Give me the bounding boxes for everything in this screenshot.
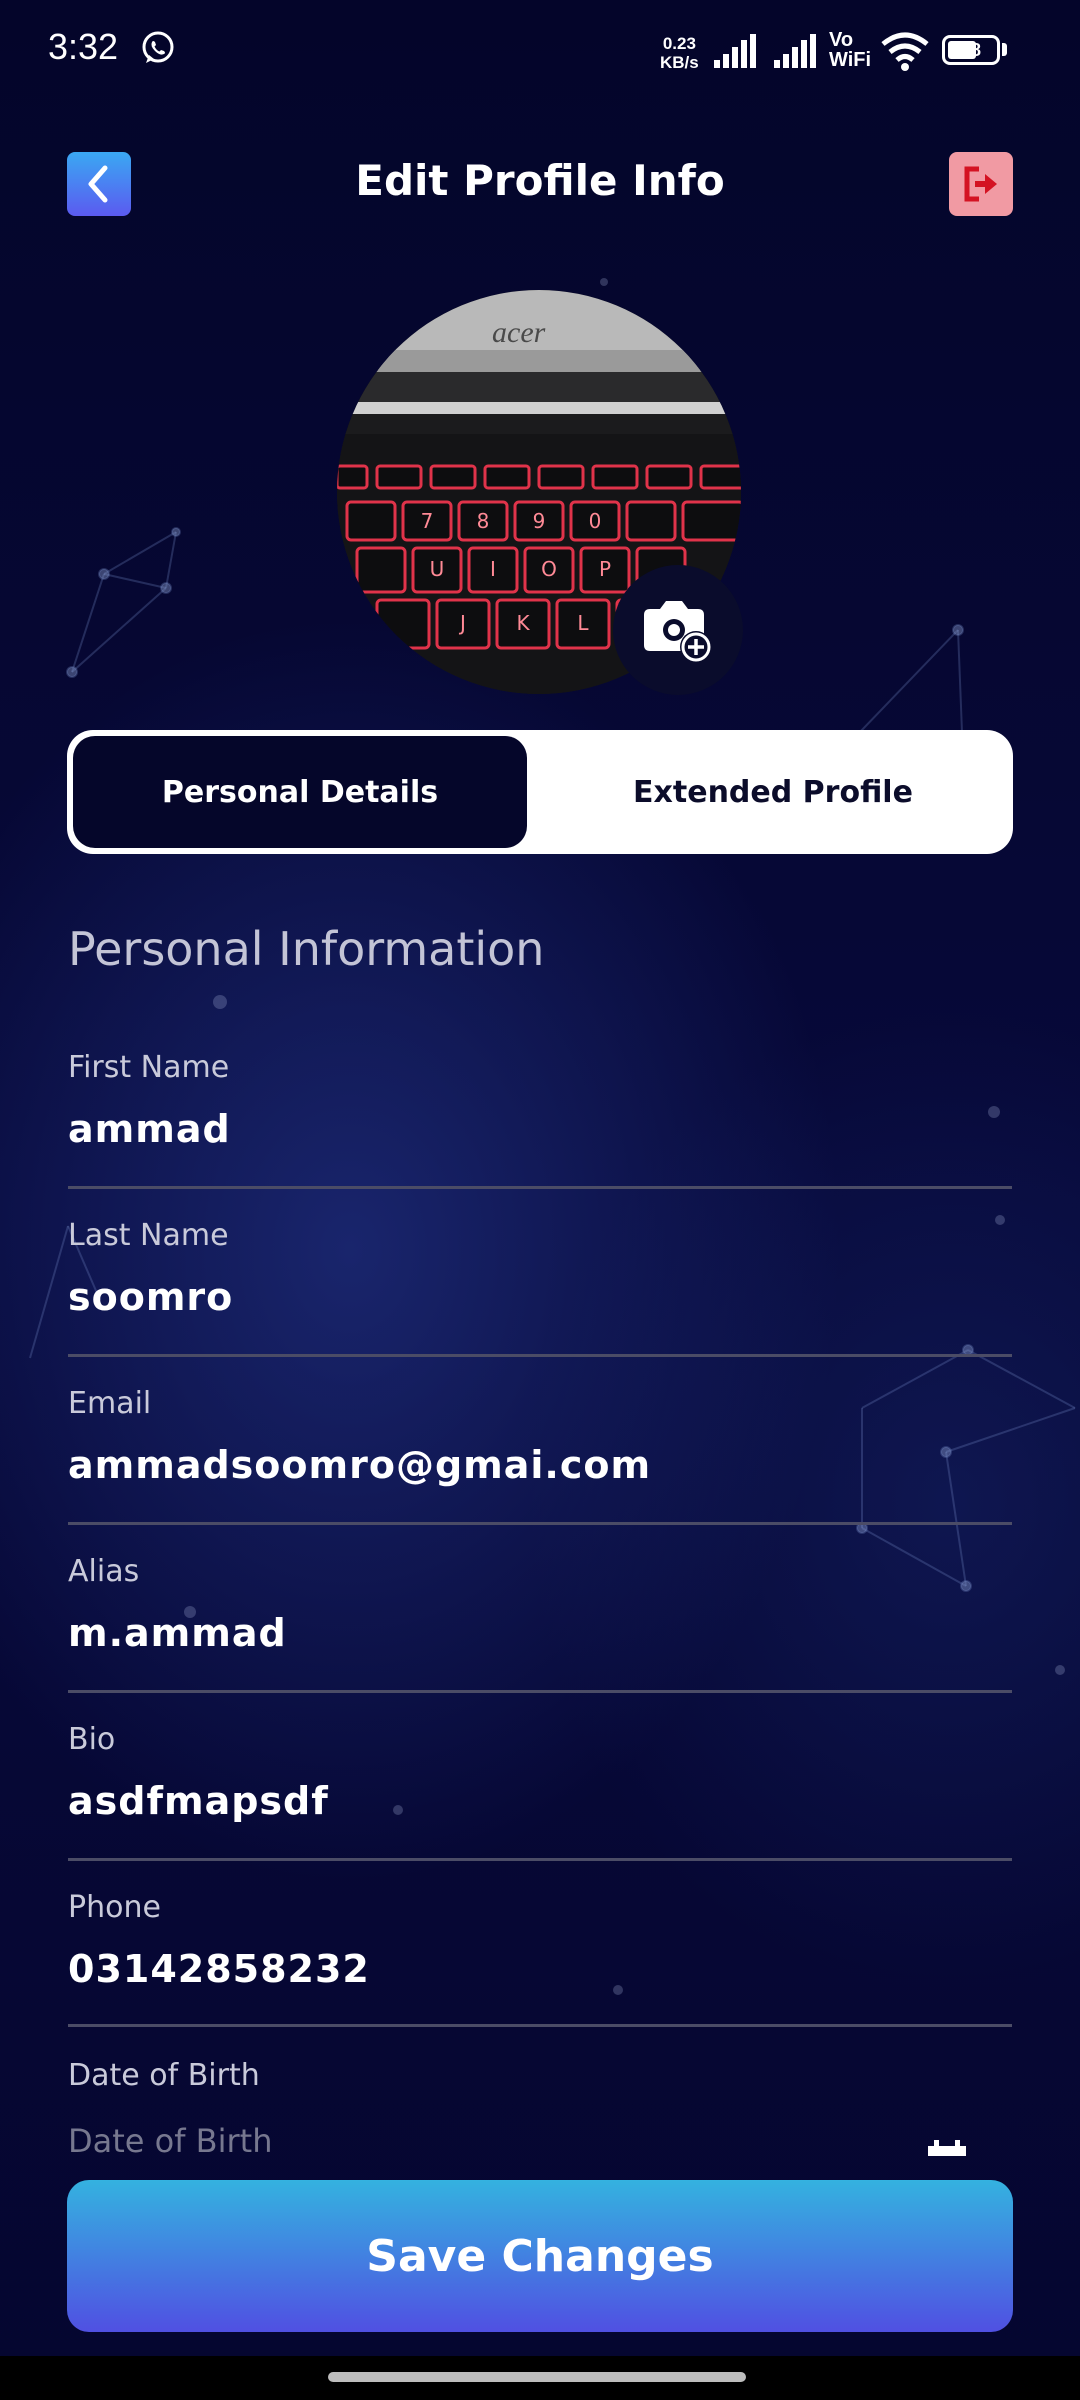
save-changes-button[interactable]: Save Changes xyxy=(67,2180,1013,2332)
signal-icon xyxy=(774,34,816,68)
svg-text:I: I xyxy=(490,557,496,581)
field-underline xyxy=(68,1858,1012,1861)
field-value[interactable]: ammadsoomro@gmai.com xyxy=(68,1443,1012,1487)
field-underline xyxy=(68,1690,1012,1693)
wifi-icon xyxy=(881,32,929,71)
profile-tabs: Personal Details Extended Profile xyxy=(67,730,1013,854)
field-value[interactable]: ammad xyxy=(68,1107,1012,1151)
svg-text:9: 9 xyxy=(533,509,546,533)
dob-field[interactable]: Date of Birth xyxy=(68,2058,1012,2093)
field-label: Alias xyxy=(68,1554,140,1589)
signal-icon xyxy=(714,34,756,68)
network-speed: 0.23 KB/s xyxy=(660,34,699,72)
camera-plus-icon xyxy=(644,601,712,663)
section-title: Personal Information xyxy=(68,922,545,976)
field-label: First Name xyxy=(68,1050,230,1085)
svg-text:U: U xyxy=(430,557,445,581)
svg-text:0: 0 xyxy=(589,509,602,533)
status-bar: 3:32 0.23 KB/s Vo WiFi 58 xyxy=(0,0,1080,104)
svg-text:J: J xyxy=(458,611,466,635)
battery-level: 58 xyxy=(960,39,982,60)
avatar-logo-text: acer xyxy=(492,316,546,349)
first-name-field[interactable]: First Name ammad xyxy=(68,1050,1012,1189)
field-value[interactable]: asdfmapsdf xyxy=(68,1779,1012,1823)
status-time: 3:32 xyxy=(48,26,119,67)
field-underline xyxy=(68,1186,1012,1189)
svg-text:8: 8 xyxy=(477,509,490,533)
dob-placeholder[interactable]: Date of Birth xyxy=(68,2122,273,2156)
field-label: Phone xyxy=(68,1890,161,1925)
svg-text:O: O xyxy=(541,557,557,581)
dob-input-clip: Date of Birth xyxy=(0,2120,1080,2156)
change-photo-button[interactable] xyxy=(613,565,743,695)
field-underline xyxy=(68,1354,1012,1357)
email-field[interactable]: Email ammadsoomro@gmai.com xyxy=(68,1386,1012,1525)
field-label: Last Name xyxy=(68,1218,229,1253)
field-underline xyxy=(68,2024,1012,2027)
logout-icon xyxy=(964,166,997,202)
calendar-icon[interactable] xyxy=(928,2140,966,2156)
svg-text:P: P xyxy=(599,557,611,581)
whatsapp-icon xyxy=(142,31,174,63)
field-value[interactable]: soomro xyxy=(68,1275,1012,1319)
field-label: Email xyxy=(68,1386,152,1421)
field-value[interactable]: m.ammad xyxy=(68,1611,1012,1655)
phone-field[interactable]: Phone 03142858232 xyxy=(68,1890,1012,2027)
tab-extended-profile[interactable]: Extended Profile xyxy=(540,736,1006,848)
field-value[interactable]: 03142858232 xyxy=(68,1947,1012,1991)
field-label: Bio xyxy=(68,1722,116,1757)
vowifi-indicator: Vo WiFi xyxy=(829,29,872,71)
tab-personal-details[interactable]: Personal Details xyxy=(73,736,527,848)
battery-tip xyxy=(1002,43,1007,56)
logout-button[interactable] xyxy=(949,152,1013,216)
home-gesture-handle[interactable] xyxy=(328,2372,746,2382)
svg-text:7: 7 xyxy=(421,509,434,533)
last-name-field[interactable]: Last Name soomro xyxy=(68,1218,1012,1357)
field-label: Date of Birth xyxy=(68,2058,260,2093)
battery-icon: 58 xyxy=(942,35,1000,65)
field-underline xyxy=(68,1522,1012,1525)
bio-field[interactable]: Bio asdfmapsdf xyxy=(68,1722,1012,1861)
page-title: Edit Profile Info xyxy=(355,156,725,205)
alias-field[interactable]: Alias m.ammad xyxy=(68,1554,1012,1693)
svg-text:L: L xyxy=(577,611,589,635)
svg-text:K: K xyxy=(516,611,530,635)
